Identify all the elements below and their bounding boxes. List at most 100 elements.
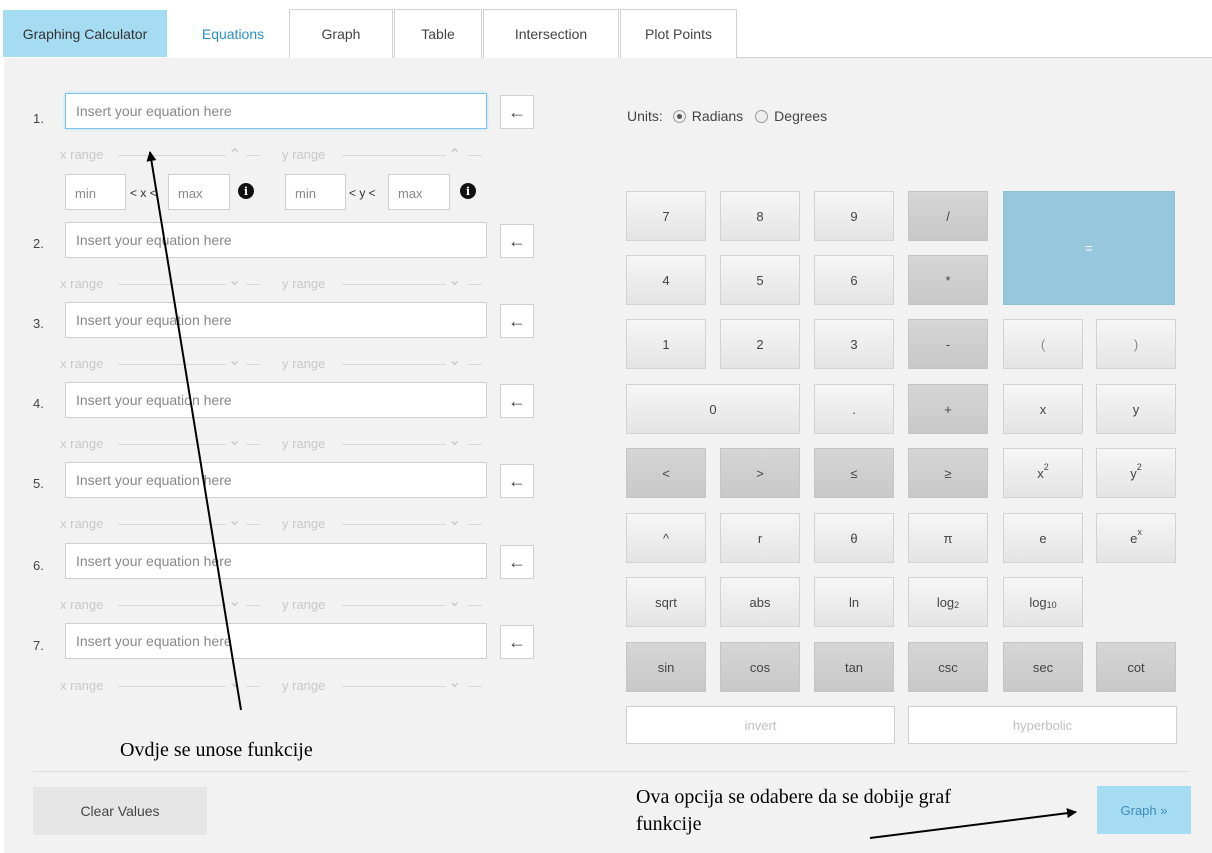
y-max-input[interactable]: max — [388, 174, 450, 210]
backspace-button-7[interactable]: ← — [500, 625, 534, 659]
expand-icon[interactable]: ⌄ — [448, 510, 461, 530]
key-2[interactable]: 2 — [720, 319, 800, 369]
backspace-button-5[interactable]: ← — [500, 464, 534, 498]
expand-icon[interactable]: ⌄ — [448, 672, 461, 692]
key-log2[interactable]: log 2 — [908, 577, 988, 627]
app-title-tab[interactable]: Graphing Calculator — [3, 10, 167, 57]
key-7[interactable]: 7 — [626, 191, 706, 241]
key-e[interactable]: e — [1003, 513, 1083, 563]
clear-values-button[interactable]: Clear Values — [33, 787, 207, 835]
backspace-button-6[interactable]: ← — [500, 545, 534, 579]
key-y[interactable]: y — [1096, 384, 1176, 434]
degrees-radio[interactable] — [755, 109, 769, 123]
key-open-paren[interactable]: ( — [1003, 319, 1083, 369]
range-toggle-5[interactable]: x range ⌄ y range ⌄ — [60, 512, 490, 534]
equation-input-6[interactable] — [65, 543, 487, 579]
key-equals[interactable]: = — [1003, 191, 1175, 305]
radians-radio[interactable] — [672, 109, 686, 123]
range-toggle-4[interactable]: x range ⌄ y range ⌄ — [60, 432, 490, 454]
equation-input-3[interactable] — [65, 302, 487, 338]
key-plus[interactable]: + — [908, 384, 988, 434]
x-range-label: x range — [60, 436, 104, 451]
range-toggle-3[interactable]: x range ⌄ y range ⌄ — [60, 352, 490, 374]
expand-icon[interactable]: ⌄ — [228, 350, 241, 370]
key-divide[interactable]: / — [908, 191, 988, 241]
range-toggle-6[interactable]: x range ⌄ y range ⌄ — [60, 593, 490, 615]
expand-icon[interactable]: ⌄ — [228, 270, 241, 290]
hyperbolic-toggle[interactable]: hyperbolic — [908, 706, 1177, 744]
range-toggle-7[interactable]: x range ⌄ y range ⌄ — [60, 674, 490, 696]
backspace-button-4[interactable]: ← — [500, 384, 534, 418]
key-1[interactable]: 1 — [626, 319, 706, 369]
equation-number: 1. — [33, 111, 44, 126]
key-abs[interactable]: abs — [720, 577, 800, 627]
key-decimal[interactable]: . — [814, 384, 894, 434]
expand-icon[interactable]: ⌄ — [228, 430, 241, 450]
info-icon[interactable]: i — [460, 183, 476, 199]
key-e-power-x[interactable]: ex — [1096, 513, 1176, 563]
key-cot[interactable]: cot — [1096, 642, 1176, 692]
key-theta[interactable]: θ — [814, 513, 894, 563]
equation-input-4[interactable] — [65, 382, 487, 418]
key-sec[interactable]: sec — [1003, 642, 1083, 692]
expand-icon[interactable]: ⌄ — [228, 510, 241, 530]
key-tan[interactable]: tan — [814, 642, 894, 692]
equation-input-5[interactable] — [65, 462, 487, 498]
key-multiply[interactable]: * — [908, 255, 988, 305]
key-cos[interactable]: cos — [720, 642, 800, 692]
key-power[interactable]: ^ — [626, 513, 706, 563]
key-x-squared[interactable]: x2 — [1003, 448, 1083, 498]
key-9[interactable]: 9 — [814, 191, 894, 241]
key-4[interactable]: 4 — [626, 255, 706, 305]
y-min-input[interactable]: min — [285, 174, 346, 210]
key-r[interactable]: r — [720, 513, 800, 563]
expand-icon[interactable]: ⌄ — [228, 672, 241, 692]
expand-icon[interactable]: ⌄ — [448, 270, 461, 290]
key-6[interactable]: 6 — [814, 255, 894, 305]
collapse-icon[interactable]: ⌃ — [228, 145, 241, 165]
key-log10[interactable]: log 10 — [1003, 577, 1083, 627]
backspace-button-3[interactable]: ← — [500, 304, 534, 338]
range-toggle-1[interactable]: x range ⌃ y range ⌃ — [60, 145, 490, 165]
key-8[interactable]: 8 — [720, 191, 800, 241]
key-sin[interactable]: sin — [626, 642, 706, 692]
expand-icon[interactable]: ⌄ — [448, 430, 461, 450]
expand-icon[interactable]: ⌄ — [448, 591, 461, 611]
radians-label[interactable]: Radians — [692, 108, 743, 124]
key-x[interactable]: x — [1003, 384, 1083, 434]
graph-button[interactable]: Graph » — [1097, 786, 1191, 834]
tab-plot-points[interactable]: Plot Points — [620, 9, 737, 58]
key-y-squared[interactable]: y2 — [1096, 448, 1176, 498]
key-less-equal[interactable]: ≤ — [814, 448, 894, 498]
invert-toggle[interactable]: invert — [626, 706, 895, 744]
key-close-paren[interactable]: ) — [1096, 319, 1176, 369]
equation-input-7[interactable] — [65, 623, 487, 659]
info-icon[interactable]: i — [238, 183, 254, 199]
x-min-input[interactable]: min — [65, 174, 126, 210]
x-max-input[interactable]: max — [168, 174, 230, 210]
backspace-button-2[interactable]: ← — [500, 224, 534, 258]
tab-intersection[interactable]: Intersection — [483, 9, 619, 58]
range-toggle-2[interactable]: x range ⌄ y range ⌄ — [60, 272, 490, 294]
backspace-button-1[interactable]: ← — [500, 95, 534, 129]
key-ln[interactable]: ln — [814, 577, 894, 627]
key-minus[interactable]: - — [908, 319, 988, 369]
tab-equations[interactable]: Equations — [178, 9, 288, 58]
expand-icon[interactable]: ⌄ — [448, 350, 461, 370]
key-sqrt[interactable]: sqrt — [626, 577, 706, 627]
key-csc[interactable]: csc — [908, 642, 988, 692]
key-greater-than[interactable]: > — [720, 448, 800, 498]
key-greater-equal[interactable]: ≥ — [908, 448, 988, 498]
key-less-than[interactable]: < — [626, 448, 706, 498]
equation-input-2[interactable] — [65, 222, 487, 258]
tab-graph[interactable]: Graph — [289, 9, 393, 58]
expand-icon[interactable]: ⌄ — [228, 591, 241, 611]
key-0[interactable]: 0 — [626, 384, 800, 434]
key-3[interactable]: 3 — [814, 319, 894, 369]
key-5[interactable]: 5 — [720, 255, 800, 305]
tab-table[interactable]: Table — [394, 9, 482, 58]
equation-input-1[interactable] — [65, 93, 487, 129]
key-pi[interactable]: π — [908, 513, 988, 563]
collapse-icon[interactable]: ⌃ — [448, 145, 461, 165]
degrees-label[interactable]: Degrees — [774, 108, 827, 124]
